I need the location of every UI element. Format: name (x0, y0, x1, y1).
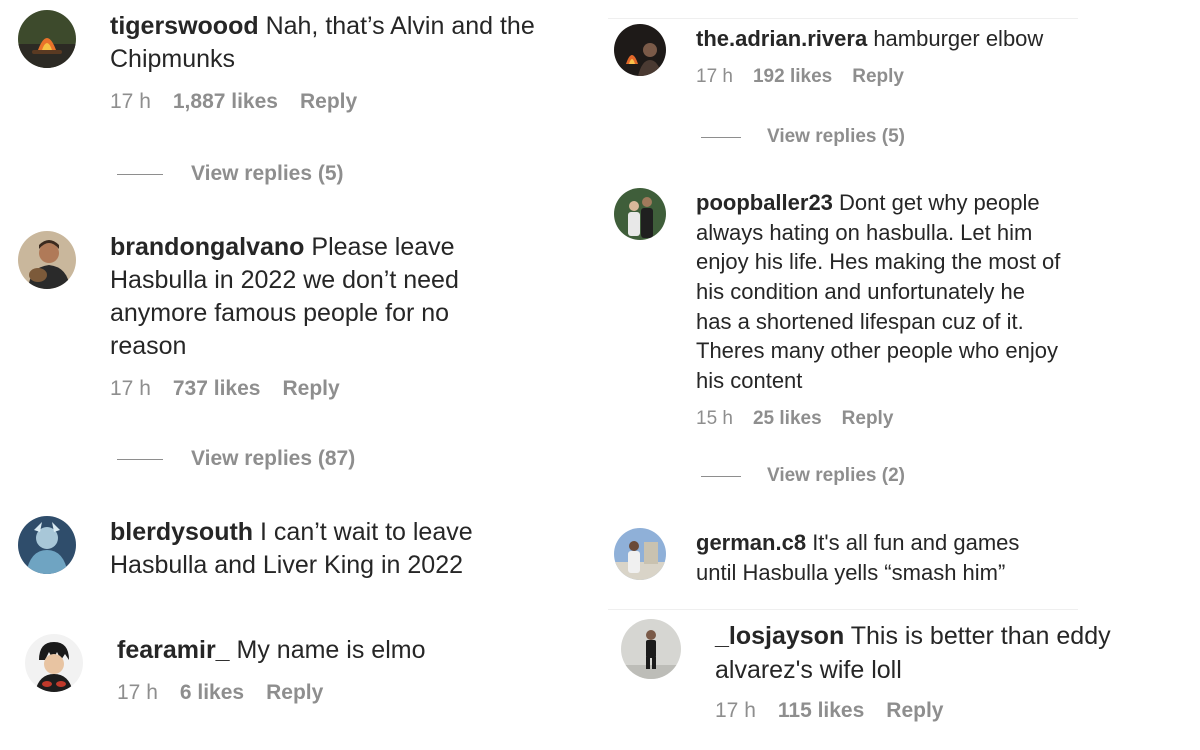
comment-item: german.c8 It's all fun and games until H… (614, 528, 1094, 587)
comment-text: Dont get why people always hating on has… (696, 190, 1061, 394)
ninja-cartoon-avatar-icon[interactable] (25, 634, 83, 692)
reply-button[interactable]: Reply (266, 681, 323, 705)
comment-item: tigerswoood Nah, that’s Alvin and the Ch… (18, 10, 538, 114)
comment-item: the.adrian.rivera hamburger elbow 17 h 1… (614, 24, 1094, 88)
view-replies-button[interactable]: View replies (2) (701, 465, 905, 487)
comment-likes[interactable]: 6 likes (180, 681, 244, 705)
view-replies-label: View replies (5) (191, 162, 344, 185)
comment-time: 17 h (110, 90, 151, 113)
comment-likes[interactable]: 737 likes (173, 377, 261, 401)
comment-username[interactable]: blerdysouth (110, 518, 253, 546)
replies-line (701, 136, 741, 138)
comment-likes[interactable]: 1,887 likes (173, 90, 278, 114)
campfire-avatar-icon[interactable] (18, 10, 76, 68)
comment-text: My name is elmo (236, 636, 426, 664)
comment-item: _losjayson This is better than eddy alva… (621, 619, 1181, 723)
comment-username[interactable]: poopballer23 (696, 190, 833, 215)
comment-username[interactable]: the.adrian.rivera (696, 26, 867, 51)
comment-likes[interactable]: 115 likes (778, 699, 864, 723)
comment-time: 17 h (110, 377, 151, 400)
comment-likes[interactable]: 25 likes (753, 408, 822, 430)
reply-button[interactable]: Reply (300, 90, 357, 114)
comment-item: brandongalvano Please leave Hasbulla in … (18, 231, 538, 401)
two-people-avatar-icon[interactable] (614, 188, 666, 240)
replies-line (117, 173, 163, 175)
view-replies-button[interactable]: View replies (87) (117, 447, 355, 471)
comment-username[interactable]: _losjayson (715, 622, 844, 650)
view-replies-label: View replies (5) (767, 126, 905, 147)
comment-item: blerdysouth I can’t wait to leave Hasbul… (18, 516, 538, 582)
comment-username[interactable]: fearamir_ (117, 636, 230, 664)
comment-item: poopballer23 Dont get why people always … (614, 188, 1094, 430)
comment-time: 17 h (696, 65, 733, 87)
comment-username[interactable]: tigerswoood (110, 12, 259, 40)
person-at-monument-avatar-icon[interactable] (614, 528, 666, 580)
comment-item: fearamir_ My name is elmo 17 h 6 likes R… (25, 634, 545, 705)
comment-time: 17 h (117, 681, 158, 704)
mid-divider (608, 609, 1078, 610)
comment-time: 15 h (696, 407, 733, 429)
view-replies-button[interactable]: View replies (5) (117, 162, 344, 186)
comment-text: hamburger elbow (873, 26, 1044, 51)
reply-button[interactable]: Reply (886, 699, 943, 723)
view-replies-label: View replies (87) (191, 447, 356, 470)
replies-line (701, 475, 741, 477)
reply-button[interactable]: Reply (282, 377, 339, 401)
campfire-night-avatar-icon[interactable] (614, 24, 666, 76)
comment-time: 17 h (715, 699, 756, 722)
top-divider (608, 18, 1078, 19)
comment-likes[interactable]: 192 likes (753, 66, 832, 88)
replies-line (117, 458, 163, 460)
comment-username[interactable]: german.c8 (696, 530, 806, 555)
view-replies-label: View replies (2) (767, 465, 905, 486)
man-with-dog-avatar-icon[interactable] (18, 231, 76, 289)
view-replies-button[interactable]: View replies (5) (701, 126, 905, 148)
comment-username[interactable]: brandongalvano (110, 233, 304, 261)
reply-button[interactable]: Reply (852, 66, 904, 88)
reply-button[interactable]: Reply (842, 408, 894, 430)
anime-character-avatar-icon[interactable] (18, 516, 76, 574)
standing-person-avatar-icon[interactable] (621, 619, 681, 679)
